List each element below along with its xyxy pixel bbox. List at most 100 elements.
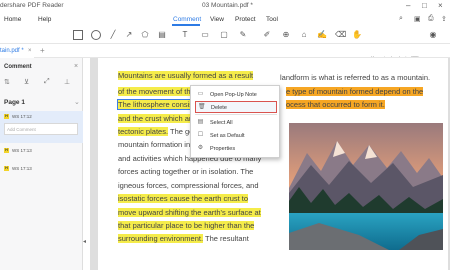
menu-separator	[195, 114, 277, 115]
menu-item-label: Properties	[210, 146, 236, 152]
document-tabs: tain.pdf * × +	[0, 44, 450, 58]
eye-icon[interactable]: ◉	[428, 30, 438, 40]
menu-item-open-popup-note[interactable]: ▭ Open Pop-Up Note	[195, 89, 277, 101]
comment-time: 17:12	[20, 114, 32, 119]
hand-tool-icon[interactable]: ✋	[352, 30, 362, 40]
set-default-icon: ☐	[197, 132, 204, 138]
eraser-tool-icon[interactable]: ⌫	[335, 30, 346, 40]
text-line[interactable]: move upward shifting the earth's surface…	[118, 208, 261, 217]
comment-meta: WS 17:12	[12, 114, 32, 119]
note-icon: ▭	[197, 91, 204, 97]
highlight-badge-icon: H	[4, 148, 9, 153]
arrow-tool-icon[interactable]: ↗	[124, 30, 134, 40]
comment-toolbar: ╱ ↗ ⬠ ▤ T ▭ ▢ ✎ ✐ ⊕ ⌂ ✍ ⌫ ✋ Keep tool se…	[0, 26, 450, 62]
comment-meta: WS 17:13	[12, 148, 32, 153]
menu-view[interactable]: View	[210, 16, 224, 23]
text-line[interactable]: of the movement of the	[118, 87, 195, 96]
menu-item-select-all[interactable]: ▤ Select All	[195, 117, 277, 129]
menu-item-label: Delete	[211, 105, 227, 111]
text-tool-icon[interactable]: T	[180, 30, 190, 40]
comment-item[interactable]: H WS 17:12 Add Comment	[0, 111, 83, 143]
menu-bar: Home Help Comment View Protect Tool ⌕ ▣ …	[0, 13, 450, 26]
signature-tool-icon[interactable]: ✍	[317, 30, 327, 40]
pencil-tool-icon[interactable]: ✎	[238, 30, 248, 40]
expand-icon[interactable]: ⤢	[44, 78, 50, 86]
text-line-selected[interactable]: The lithosphere consist	[116, 99, 197, 110]
collapse-panel-icon[interactable]: ◂	[83, 238, 86, 245]
panel-close-icon[interactable]: ×	[74, 63, 78, 70]
page-group-label: Page 1	[4, 99, 25, 106]
line-tool-icon[interactable]: ╱	[108, 30, 118, 40]
share-icon[interactable]: ⇪	[441, 15, 447, 23]
text-line[interactable]: e type of mountain formed depend on the	[286, 87, 424, 96]
panel-title: Comment	[4, 64, 32, 70]
sort-icon[interactable]: ⇅	[4, 78, 10, 86]
print-icon[interactable]: ⎙	[428, 15, 434, 23]
attach-tool-icon[interactable]: ⌂	[299, 30, 309, 40]
menu-item-set-as-default[interactable]: ☐ Set as Default	[195, 130, 277, 142]
gear-icon: ⚙	[197, 145, 204, 151]
new-tab-icon[interactable]: +	[40, 46, 45, 55]
comment-time: 17:13	[20, 166, 32, 171]
save-icon[interactable]: ▣	[414, 15, 421, 23]
document-viewer[interactable]: Mountains are usually formed as a result…	[90, 58, 450, 270]
tab-mountain-pdf[interactable]: tain.pdf * ×	[0, 44, 34, 58]
text-line: igneous forces, compressional forces, an…	[118, 181, 259, 190]
comment-meta: WS 17:13	[12, 166, 32, 171]
highlighted-text[interactable]: surrounding environment.	[118, 234, 204, 243]
mountain-lake-image	[289, 123, 443, 250]
menu-item-properties[interactable]: ⚙ Properties	[195, 143, 277, 155]
landscape-image-graphic	[289, 123, 443, 250]
maximize-icon[interactable]: □	[422, 1, 427, 10]
text-line[interactable]: ocess that occurred to form it.	[286, 100, 385, 109]
textbox-tool-icon[interactable]: ▤	[157, 30, 167, 40]
app-title: dershare PDF Reader	[0, 2, 64, 9]
search-icon[interactable]: ⌕	[399, 15, 403, 23]
filter-icon[interactable]: ⊻	[24, 78, 29, 86]
menu-tool[interactable]: Tool	[266, 16, 278, 23]
highlight-tool-icon[interactable]: ✐	[262, 30, 272, 40]
menu-item-delete[interactable]: 🗑 Delete	[195, 101, 277, 113]
title-bar: dershare PDF Reader 03 Mountain.pdf * – …	[0, 0, 450, 13]
pin-icon[interactable]: ⊥	[64, 78, 70, 86]
text-line: surrounding environment. The resultant	[118, 234, 249, 243]
text-line[interactable]: and the crust which ar	[118, 114, 192, 123]
text-line: landform is what is referred to as a mou…	[280, 73, 431, 82]
comment-author: WS	[12, 148, 20, 153]
tab-close-icon[interactable]: ×	[28, 48, 32, 54]
panel-toolbar: ⇅ ⊻ ⤢ ⊥	[0, 78, 83, 90]
menu-item-label: Open Pop-Up Note	[210, 92, 257, 98]
comment-time: 17:13	[20, 148, 32, 153]
tab-label: tain.pdf *	[0, 48, 24, 54]
callout-tool-icon[interactable]: ▭	[200, 30, 210, 40]
close-icon[interactable]: ×	[438, 1, 443, 10]
oval-tool-icon[interactable]	[91, 30, 101, 40]
note-tool-icon[interactable]: ▢	[219, 30, 229, 40]
menu-comment[interactable]: Comment	[173, 16, 201, 23]
text-line: tectonic plates. The ge	[118, 127, 193, 136]
text-line[interactable]: isostatic forces cause the earth crust t…	[118, 194, 249, 203]
chevron-down-icon[interactable]: ⌄	[74, 98, 80, 106]
menu-help[interactable]: Help	[38, 16, 51, 23]
stamp-tool-icon[interactable]: ⊕	[281, 30, 291, 40]
menu-protect[interactable]: Protect	[235, 16, 256, 23]
minimize-icon[interactable]: –	[406, 1, 410, 10]
add-comment-input[interactable]: Add Comment	[4, 123, 78, 135]
rectangle-tool-icon[interactable]	[73, 30, 83, 40]
menu-item-label: Set as Default	[210, 133, 245, 139]
highlighted-text[interactable]: tectonic plates.	[118, 127, 169, 136]
text-line[interactable]: that particular place to be higher than …	[118, 221, 255, 230]
comments-panel: Comment × ⇅ ⊻ ⤢ ⊥ Page 1 ⌄ H WS 17:12 Ad…	[0, 58, 83, 270]
menu-home[interactable]: Home	[4, 16, 21, 23]
select-all-icon: ▤	[197, 119, 204, 125]
comment-author: WS	[12, 114, 20, 119]
text-line: forces acting together or in isolation. …	[118, 167, 254, 176]
text-line[interactable]: Mountains are usually formed as a result	[118, 71, 254, 80]
context-menu: ▭ Open Pop-Up Note 🗑 Delete ▤ Select All…	[190, 85, 280, 158]
trash-icon: 🗑	[198, 104, 206, 110]
highlight-badge-icon: H	[4, 166, 9, 171]
plain-text: The resultant	[205, 234, 249, 243]
highlight-badge-icon: H	[4, 114, 9, 119]
text-line: mountain formation inv	[118, 140, 194, 149]
polygon-tool-icon[interactable]: ⬠	[140, 30, 150, 40]
